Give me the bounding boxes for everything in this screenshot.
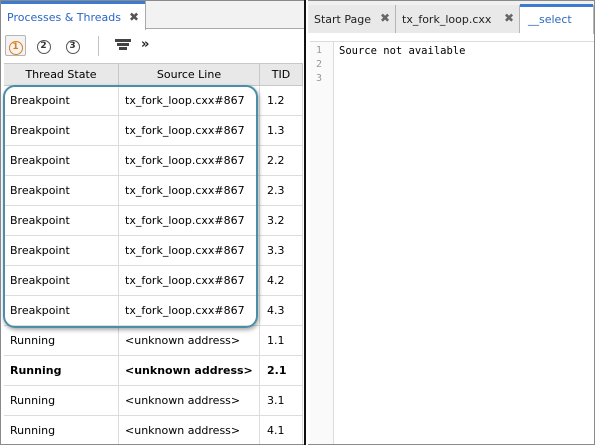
table-row[interactable]: Running <unknown address> 1.1 <box>4 326 303 356</box>
cell-thread-state: Breakpoint <box>4 176 119 206</box>
line-number: 2 <box>316 59 323 70</box>
tab-label: __select <box>528 13 572 26</box>
cell-tid: 4.1 <box>260 416 303 444</box>
stack-view-icon[interactable] <box>115 39 131 53</box>
cell-source-line: tx_fork_loop.cxx#867 <box>119 176 260 206</box>
circled-three-icon: 3 <box>65 40 80 54</box>
table-row[interactable]: Running <unknown address> 2.1 <box>4 356 303 386</box>
close-icon[interactable]: ✖ <box>129 10 139 24</box>
table-row[interactable]: Breakpoint tx_fork_loop.cxx#867 1.3 <box>4 116 303 146</box>
table-row[interactable]: Breakpoint tx_fork_loop.cxx#867 3.2 <box>4 206 303 236</box>
cell-source-line: tx_fork_loop.cxx#867 <box>119 236 260 266</box>
table-row[interactable]: Breakpoint tx_fork_loop.cxx#867 2.3 <box>4 176 303 206</box>
table-row[interactable]: Breakpoint tx_fork_loop.cxx#867 1.2 <box>4 86 303 116</box>
tab-processes-threads[interactable]: Processes & Threads ✖ <box>1 1 146 30</box>
toolbar-separator <box>98 36 99 56</box>
line-number: 3 <box>316 73 323 84</box>
cell-source-line: tx_fork_loop.cxx#867 <box>119 206 260 236</box>
column-header-thread-state[interactable]: Thread State <box>4 64 119 86</box>
close-icon[interactable]: ✖ <box>380 11 390 25</box>
cell-thread-state: Breakpoint <box>4 146 119 176</box>
cell-tid: 1.2 <box>260 86 303 116</box>
circled-one-icon: 1 <box>8 41 23 55</box>
line-number-gutter: 1 2 3 <box>310 42 334 444</box>
cell-tid: 1.1 <box>260 326 303 356</box>
cell-source-line: tx_fork_loop.cxx#867 <box>119 266 260 296</box>
tab-label: tx_fork_loop.cxx <box>402 13 492 26</box>
cell-source-line: <unknown address> <box>119 416 260 444</box>
cell-source-line: <unknown address> <box>119 386 260 416</box>
cell-thread-state: Breakpoint <box>4 236 119 266</box>
source-editor[interactable]: 1 2 3 Source not available <box>310 41 594 444</box>
source-text: Source not available <box>339 45 466 57</box>
more-options-icon[interactable]: » <box>141 37 149 52</box>
cell-thread-state: Running <box>4 386 119 416</box>
cell-thread-state: Breakpoint <box>4 86 119 116</box>
cell-thread-state: Running <box>4 416 119 444</box>
cell-source-line: tx_fork_loop.cxx#867 <box>119 296 260 326</box>
cell-thread-state: Running <box>4 326 119 356</box>
cell-thread-state: Running <box>4 356 119 386</box>
cell-thread-state: Breakpoint <box>4 116 119 146</box>
circled-two-icon: 2 <box>36 40 51 54</box>
table-row[interactable]: Breakpoint tx_fork_loop.cxx#867 4.2 <box>4 266 303 296</box>
close-icon[interactable]: ✖ <box>504 11 514 25</box>
table-row[interactable]: Breakpoint tx_fork_loop.cxx#867 2.2 <box>4 146 303 176</box>
cell-source-line: <unknown address> <box>119 356 260 386</box>
tab-label: Start Page <box>314 13 371 26</box>
table-row[interactable]: Running <unknown address> 3.1 <box>4 386 303 416</box>
tab-start-page[interactable]: Start Page ✖ <box>308 5 396 33</box>
tab-tx-fork-loop[interactable]: tx_fork_loop.cxx ✖ <box>396 5 520 33</box>
cell-source-line: tx_fork_loop.cxx#867 <box>119 86 260 116</box>
cell-tid: 3.3 <box>260 236 303 266</box>
cell-thread-state: Breakpoint <box>4 206 119 236</box>
cell-tid: 4.2 <box>260 266 303 296</box>
cell-tid: 3.2 <box>260 206 303 236</box>
table-header: Thread State Source Line TID <box>4 63 303 86</box>
column-header-source-line[interactable]: Source Line <box>119 64 260 86</box>
processes-threads-panel: Processes & Threads ✖ 1 2 3 » Thread Sta… <box>1 1 304 444</box>
line-number: 1 <box>316 45 323 56</box>
column-header-tid[interactable]: TID <box>260 64 303 86</box>
tab-select[interactable]: __select <box>520 4 594 34</box>
right-tab-bar: Start Page ✖ tx_fork_loop.cxx ✖ __select <box>308 1 594 34</box>
cell-source-line: <unknown address> <box>119 326 260 356</box>
cell-tid: 4.3 <box>260 296 303 326</box>
cell-tid: 2.3 <box>260 176 303 206</box>
threads-toolbar: 1 2 3 » <box>1 30 304 62</box>
view-option-2-button[interactable]: 2 <box>33 35 54 56</box>
view-option-1-button[interactable]: 1 <box>5 35 26 56</box>
cell-tid: 3.1 <box>260 386 303 416</box>
cell-tid: 2.1 <box>260 356 303 386</box>
tab-label: Processes & Threads <box>7 11 121 24</box>
table-row[interactable]: Running <unknown address> 4.1 <box>4 416 303 444</box>
cell-thread-state: Breakpoint <box>4 266 119 296</box>
cell-source-line: tx_fork_loop.cxx#867 <box>119 116 260 146</box>
view-option-3-button[interactable]: 3 <box>62 35 83 56</box>
table-row[interactable]: Breakpoint tx_fork_loop.cxx#867 3.3 <box>4 236 303 266</box>
cell-source-line: tx_fork_loop.cxx#867 <box>119 146 260 176</box>
cell-tid: 1.3 <box>260 116 303 146</box>
left-tab-bar: Processes & Threads ✖ <box>1 1 304 30</box>
cell-thread-state: Breakpoint <box>4 296 119 326</box>
source-panel: Start Page ✖ tx_fork_loop.cxx ✖ __select… <box>308 1 594 444</box>
cell-tid: 2.2 <box>260 146 303 176</box>
table-row[interactable]: Breakpoint tx_fork_loop.cxx#867 4.3 <box>4 296 303 326</box>
